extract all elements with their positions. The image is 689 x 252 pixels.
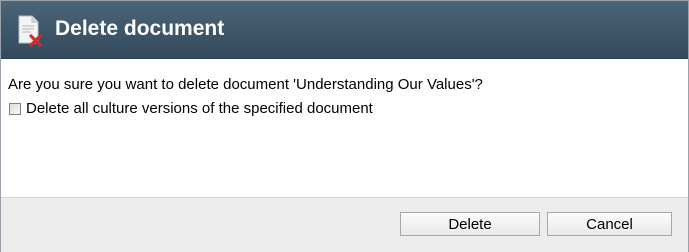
delete-all-cultures-option[interactable]: Delete all culture versions of the speci… [9,100,373,117]
document-delete-icon [17,15,43,47]
delete-document-dialog: Delete document Are you sure you want to… [0,0,689,252]
title-bar: Delete document [1,1,688,59]
dialog-title: Delete document [55,17,225,40]
dialog-content: Are you sure you want to delete document… [1,59,688,197]
delete-all-cultures-label[interactable]: Delete all culture versions of the speci… [26,100,373,117]
delete-button[interactable]: Delete [400,212,540,236]
confirmation-message: Are you sure you want to delete document… [8,76,483,93]
delete-all-cultures-checkbox[interactable] [9,102,21,115]
dialog-footer: Delete Cancel [1,197,688,252]
cancel-button[interactable]: Cancel [547,212,672,236]
